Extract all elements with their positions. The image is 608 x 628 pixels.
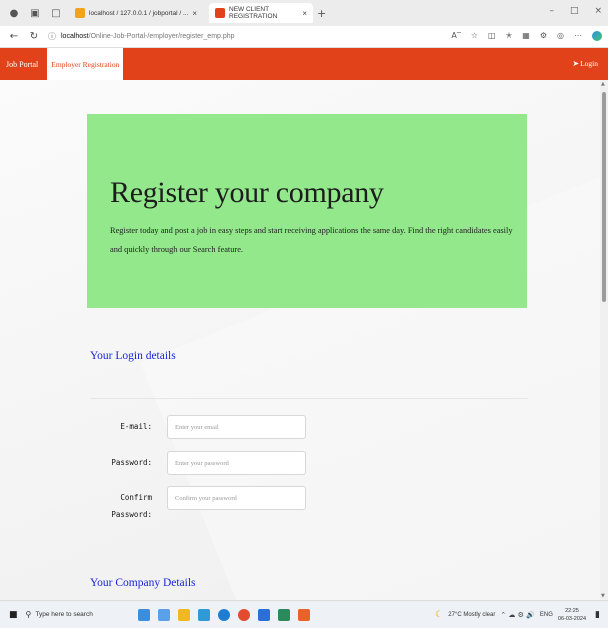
tab-label: NEW CLIENT REGISTRATION (229, 6, 278, 20)
windows-start-icon[interactable]: ■ (9, 610, 18, 620)
profile-icon[interactable]: ● (7, 6, 21, 20)
password-field[interactable] (167, 451, 306, 475)
tray-icons[interactable]: ⌃ ☁ ⚙ 🔊 (500, 611, 535, 619)
site-info-icon[interactable]: ⓘ (48, 31, 56, 42)
clock-time: 22:25 (565, 608, 579, 614)
file-explorer-icon[interactable] (177, 608, 190, 621)
site-navbar: Job Portal Employer Registration ➤ Login (0, 48, 608, 80)
edge-app-icon[interactable] (217, 608, 230, 621)
split-screen-icon[interactable]: ◫ (488, 31, 496, 41)
password-label: Password: (111, 458, 152, 467)
clock[interactable]: 22:25 06-03-2024 (558, 607, 586, 623)
site-favicon-icon (215, 8, 225, 18)
orange-app-icon[interactable] (297, 608, 310, 621)
weather-text[interactable]: 27°C Mostly clear (448, 612, 495, 618)
collections-icon[interactable]: ▦ (522, 31, 530, 41)
login-link[interactable]: ➤ Login (572, 59, 598, 68)
edge-sidebar-icon[interactable] (592, 31, 602, 41)
back-arrow-icon[interactable]: ← (8, 31, 20, 42)
favorites-icon[interactable]: ✭ (506, 31, 513, 41)
weather-icon[interactable]: ☾ (435, 610, 443, 620)
login-details-heading: Your Login details (90, 350, 176, 362)
browser-toolbar: A‾ ☆ ◫ ✭ ▦ ⚙ ◎ ⋯ (451, 31, 602, 41)
maximize-icon[interactable]: □ (570, 6, 579, 16)
confirm-password-row: Confirm Password: (90, 486, 310, 523)
chrome-app-icon[interactable] (237, 608, 250, 621)
phpmyadmin-favicon-icon (75, 8, 85, 18)
page-scrollbar[interactable]: ▲ ▼ (600, 80, 608, 600)
notification-icon[interactable]: ▮ (595, 610, 600, 620)
extensions-icon[interactable]: ⚙ (540, 31, 547, 41)
page-content: Register your company Register today and… (0, 80, 600, 600)
section-divider (90, 398, 528, 399)
address-bar: ← ↻ ⓘ localhost /Online-Job-Portal-/empl… (0, 26, 608, 48)
new-tab-icon[interactable]: + (317, 7, 326, 20)
scroll-up-icon[interactable]: ▲ (601, 81, 605, 87)
copilot-icon[interactable]: ◎ (557, 31, 564, 41)
scroll-thumb[interactable] (602, 92, 606, 302)
hero-description: Register today and post a job in easy st… (110, 226, 513, 254)
browser-tab-strip: ● ▣ □ localhost / 127.0.0.1 / jobportal … (0, 0, 608, 26)
email-label: E-mail: (120, 422, 152, 431)
window-controls: – □ × (549, 6, 602, 16)
url-host: localhost (61, 33, 89, 40)
nav-tab-employer-registration[interactable]: Employer Registration (47, 48, 124, 80)
close-tab-icon[interactable]: × (302, 9, 307, 18)
clock-date: 06-03-2024 (557, 616, 587, 622)
url-field[interactable]: ⓘ localhost /Online-Job-Portal-/employer… (48, 31, 235, 42)
email-field[interactable] (167, 415, 306, 439)
widgets-app-icon[interactable] (137, 608, 150, 621)
login-icon: ➤ (572, 59, 580, 68)
close-window-icon[interactable]: × (594, 6, 602, 16)
hero-jumbotron: Register your company Register today and… (87, 114, 527, 308)
read-aloud-icon[interactable]: A‾ (451, 31, 460, 41)
os-taskbar: ■ ⚲ Type here to search ☾ 27°C Mostly cl… (0, 600, 608, 628)
brand-link[interactable]: Job Portal (0, 48, 44, 80)
confirm-password-label: Confirm Password: (111, 493, 152, 519)
word-app-icon[interactable] (257, 608, 270, 621)
more-icon[interactable]: ⋯ (574, 31, 582, 41)
workspaces-icon[interactable]: ▣ (28, 6, 42, 20)
taskbar-search-placeholder: Type here to search (35, 611, 93, 618)
scroll-down-icon[interactable]: ▼ (601, 593, 605, 599)
system-tray: ☾ 27°C Mostly clear ⌃ ☁ ⚙ 🔊 ENG 22:25 06… (435, 607, 600, 623)
task-view-icon[interactable] (157, 608, 170, 621)
company-details-heading: Your Company Details (90, 577, 196, 589)
tab-label: localhost / 127.0.0.1 / jobportal / ... (89, 9, 189, 17)
page-title: Register your company (110, 176, 384, 209)
refresh-icon[interactable]: ↻ (28, 31, 40, 42)
url-path: /Online-Job-Portal-/employer/register_em… (88, 33, 235, 40)
tab-actions-icon[interactable]: □ (49, 6, 63, 20)
search-icon: ⚲ (25, 610, 32, 619)
close-tab-icon[interactable]: × (192, 9, 197, 18)
xampp-app-icon[interactable] (277, 608, 290, 621)
tab-phpmyadmin[interactable]: localhost / 127.0.0.1 / jobportal / ... … (69, 3, 203, 23)
email-row: E-mail: (90, 415, 310, 439)
password-row: Password: (90, 451, 310, 475)
login-label: Login (580, 59, 598, 68)
taskbar-search[interactable]: ⚲ Type here to search (26, 605, 116, 625)
tab-registration[interactable]: NEW CLIENT REGISTRATION × (209, 3, 313, 23)
confirm-password-field[interactable] (167, 486, 306, 510)
favorite-star-icon[interactable]: ☆ (471, 31, 478, 41)
taskbar-apps (137, 608, 310, 621)
language-indicator[interactable]: ENG (540, 612, 553, 618)
minimize-icon[interactable]: – (549, 6, 554, 16)
store-app-icon[interactable] (197, 608, 210, 621)
